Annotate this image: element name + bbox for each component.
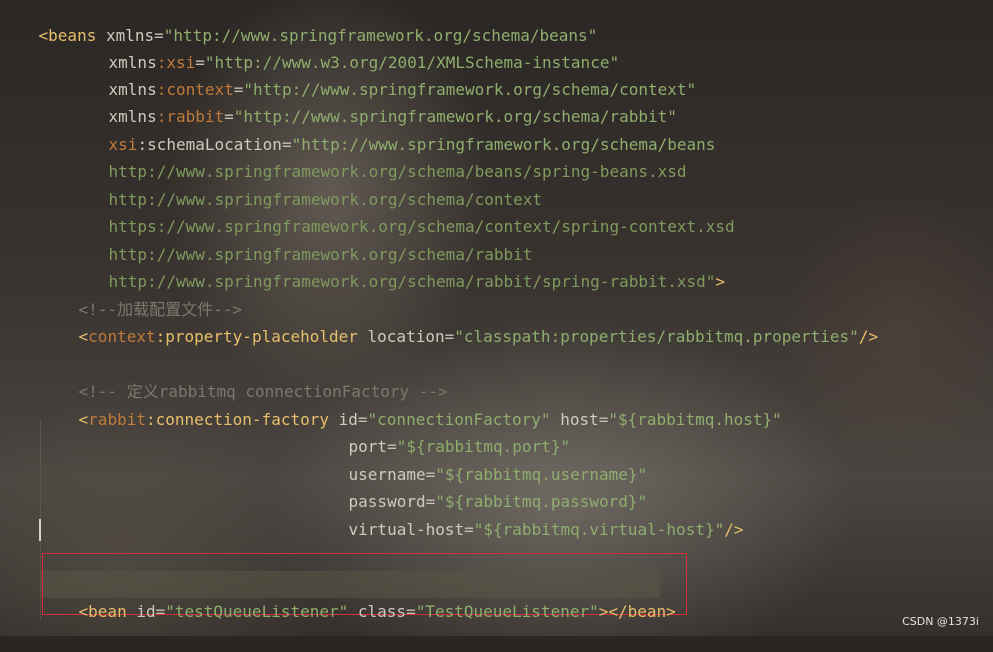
tag-close: > (715, 272, 726, 291)
code-line-9[interactable]: http://www.springframework.org/schema/ra… (70, 214, 533, 264)
equals-sign: = (464, 520, 474, 539)
code-line-3[interactable]: xmlns:context="http://www.springframewor… (70, 49, 697, 99)
attr-value: "TestQueueListener" (415, 602, 599, 621)
code-line-16[interactable]: username="${rabbitmq.username}" (310, 434, 648, 484)
code-line-14[interactable]: <rabbit:connection-factory id="connectio… (40, 379, 782, 429)
code-line-19[interactable]: <bean id="testQueueListener" class="Test… (40, 571, 676, 621)
namespace-prefix: rabbit (88, 410, 146, 429)
code-line-4[interactable]: xmlns:rabbit="http://www.springframework… (70, 76, 677, 126)
attr-name: class (348, 602, 407, 621)
code-editor[interactable]: <beans xmlns="http://www.springframework… (0, 0, 993, 636)
code-line-13[interactable]: <!-- 定义rabbitmq connectionFactory --> (40, 351, 448, 401)
code-line-11[interactable]: <!--加载配置文件--> (40, 269, 242, 319)
code-line-12[interactable]: <context:property-placeholder location="… (40, 296, 879, 346)
namespace-prefix: context (88, 327, 156, 346)
code-line-5[interactable]: xsi:schemaLocation="http://www.springfra… (70, 104, 716, 154)
tag-open: < (78, 410, 89, 429)
code-line-17[interactable]: password="${rabbitmq.password}" (310, 461, 648, 511)
attr-value: "testQueueListener" (165, 602, 349, 621)
code-line-15[interactable]: port="${rabbitmq.port}" (310, 406, 571, 456)
tag-name: :property-placeholder (155, 327, 368, 346)
equals-sign: = (444, 327, 455, 346)
tag-open: < (78, 327, 89, 346)
equals-sign: = (155, 602, 166, 621)
attr-value: "${rabbitmq.virtual-host}" (473, 520, 725, 539)
attr-name: id (136, 602, 156, 621)
tag-close: /> (724, 520, 744, 539)
equals-sign: = (406, 602, 416, 621)
code-line-7[interactable]: http://www.springframework.org/schema/co… (70, 159, 542, 209)
equals-sign: = (598, 410, 609, 429)
tag-close: ></bean> (598, 602, 676, 621)
code-line-18[interactable]: virtual-host="${rabbitmq.virtual-host}"/… (310, 489, 744, 539)
code-line-1[interactable]: <beans xmlns="http://www.springframework… (0, 0, 598, 45)
attr-value: "classpath:properties/rabbitmq.propertie… (454, 327, 859, 346)
attr-value: "${rabbitmq.host}" (608, 410, 782, 429)
tag-close: /> (858, 327, 879, 346)
code-line-10[interactable]: http://www.springframework.org/schema/ra… (70, 241, 726, 291)
code-line-2[interactable]: xmlns:xsi="http://www.w3.org/2001/XMLSch… (70, 22, 620, 72)
attr-name: virtual-host (348, 520, 465, 539)
tag-name: <bean (78, 602, 137, 621)
text-cursor (39, 519, 41, 541)
attr-name: location (367, 327, 445, 346)
code-line-6[interactable]: http://www.springframework.org/schema/be… (70, 131, 687, 181)
code-line-8[interactable]: https://www.springframework.org/schema/c… (70, 186, 735, 236)
watermark-text: CSDN @1373i (902, 615, 979, 628)
